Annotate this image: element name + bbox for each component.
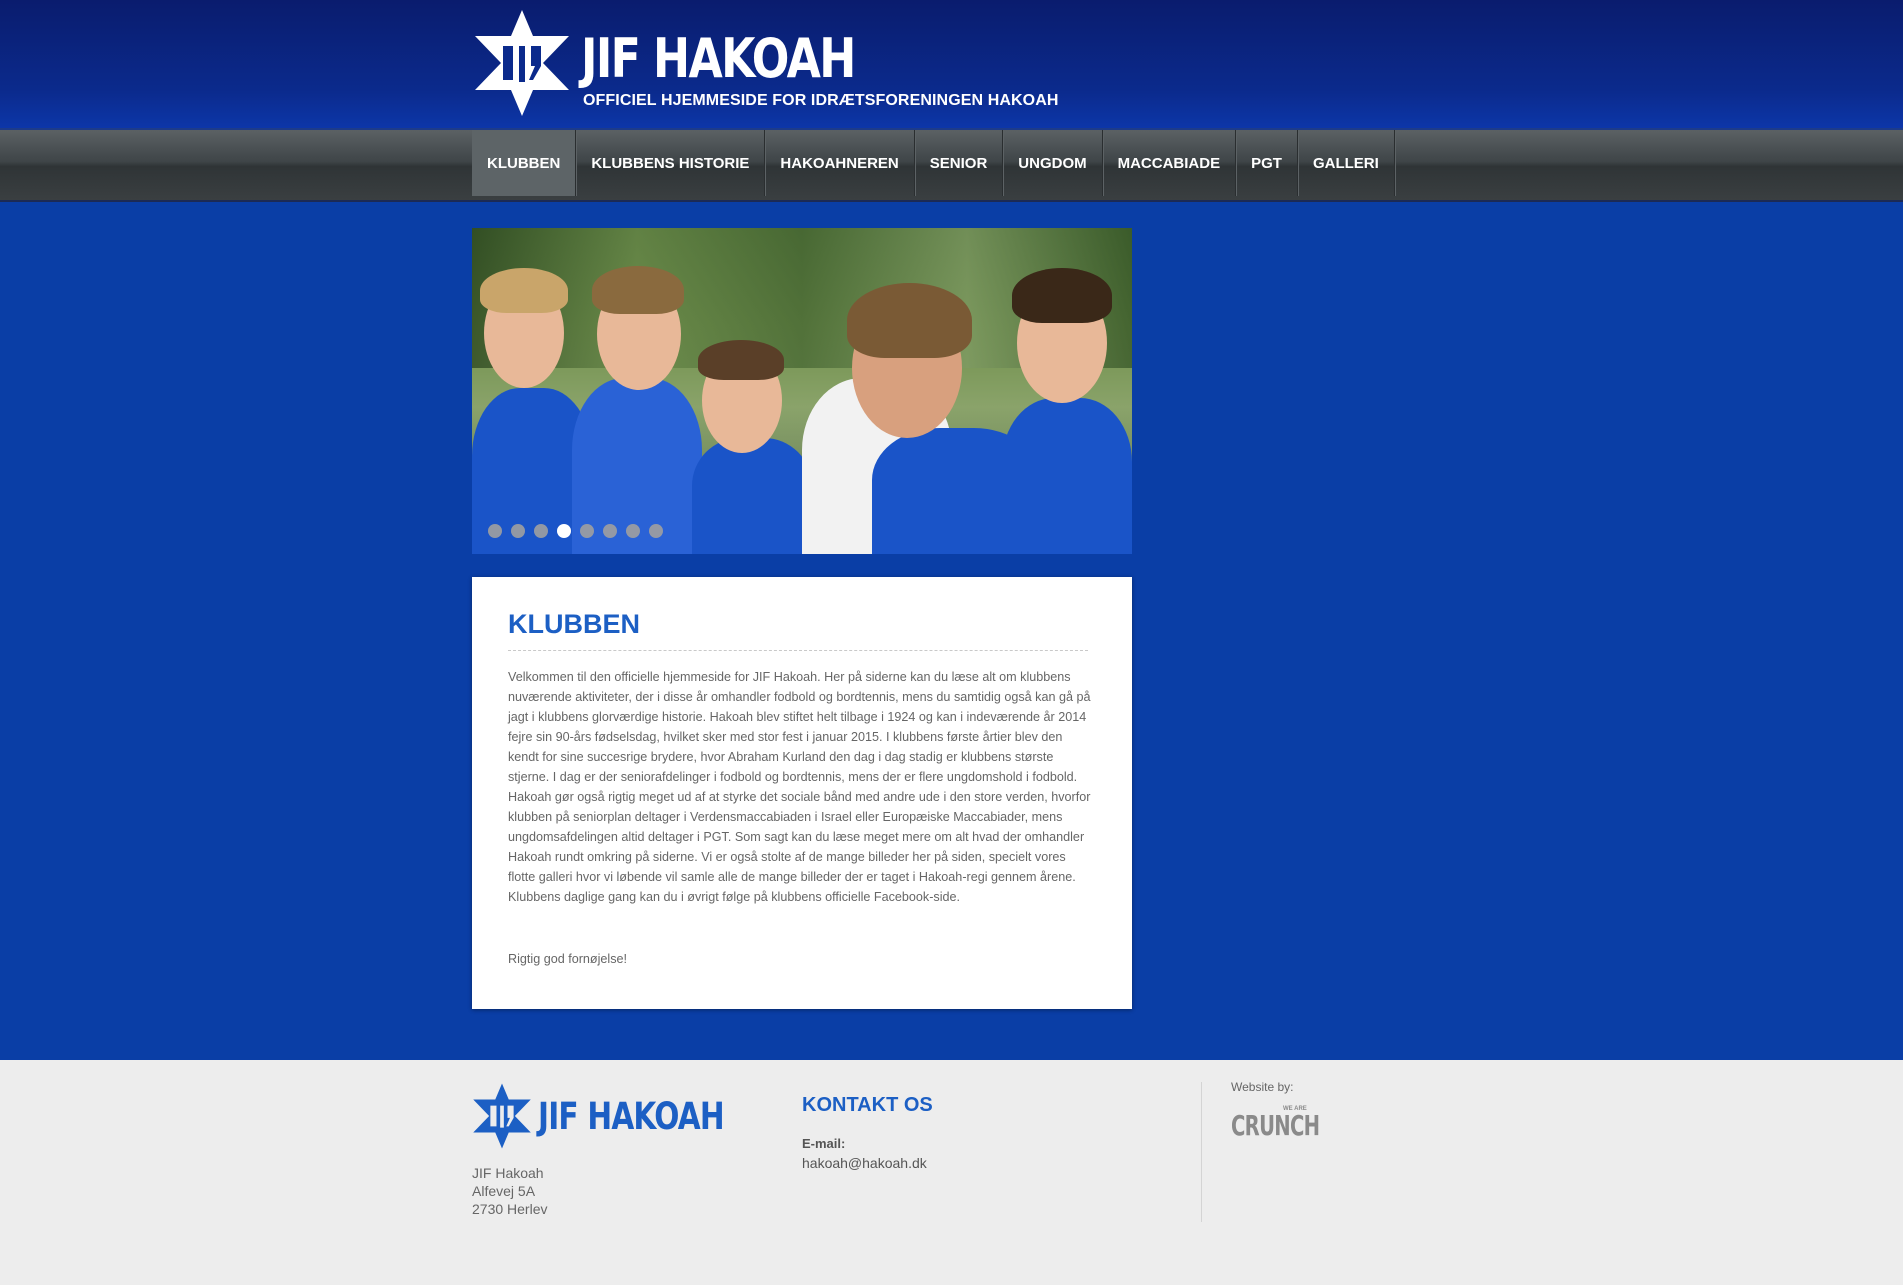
- address-line-street: Alfevej 5A: [472, 1183, 536, 1199]
- star-of-david-icon: [473, 1083, 531, 1149]
- footer-address: JIF Hakoah Alfevej 5A 2730 Herlev: [472, 1164, 548, 1218]
- email-link[interactable]: hakoah@hakoah.dk: [802, 1155, 927, 1171]
- slider-dot-8[interactable]: [649, 524, 663, 538]
- main-navigation: KLUBBEN KLUBBENS HISTORIE HAKOAHNEREN SE…: [472, 130, 1395, 196]
- footer-logo-text: JIF HAKOAH: [538, 1095, 725, 1138]
- nav-item-klubben[interactable]: KLUBBEN: [472, 130, 577, 196]
- crunch-logo[interactable]: WE ARE CRUNCH: [1231, 1104, 1320, 1144]
- address-line-name: JIF Hakoah: [472, 1165, 544, 1181]
- slider-dot-4[interactable]: [557, 524, 571, 538]
- nav-item-senior[interactable]: SENIOR: [915, 130, 1004, 196]
- footer-logo[interactable]: JIF HAKOAH: [472, 1082, 725, 1152]
- greeting-text: Rigtig god fornøjelse!: [508, 952, 628, 966]
- crunch-logo-text: CRUNCH: [1231, 1109, 1320, 1142]
- contact-heading: KONTAKT OS: [802, 1094, 933, 1116]
- main-navigation-bar: KLUBBEN KLUBBENS HISTORIE HAKOAHNEREN SE…: [0, 128, 1903, 202]
- page-title: KLUBBEN: [508, 609, 640, 639]
- slider-dot-7[interactable]: [626, 524, 640, 538]
- site-header: JIF HAKOAH OFFICIEL HJEMMESIDE FOR IDRÆT…: [0, 0, 1903, 128]
- nav-item-pgt[interactable]: PGT: [1236, 130, 1298, 196]
- content-box: KLUBBEN Velkommen til den officielle hje…: [472, 577, 1132, 1009]
- site-logo[interactable]: JIF HAKOAH OFFICIEL HJEMMESIDE FOR IDRÆT…: [473, 8, 1058, 118]
- slider-dot-5[interactable]: [580, 524, 594, 538]
- slider-dot-2[interactable]: [511, 524, 525, 538]
- slider-dot-3[interactable]: [534, 524, 548, 538]
- footer-divider: [1201, 1082, 1202, 1222]
- slider-dot-1[interactable]: [488, 524, 502, 538]
- address-line-city: 2730 Herlev: [472, 1201, 548, 1217]
- site-footer: JIF HAKOAH JIF Hakoah Alfevej 5A 2730 He…: [0, 1060, 1903, 1285]
- image-slider[interactable]: [472, 228, 1132, 554]
- slider-pagination: [488, 524, 663, 538]
- nav-item-galleri[interactable]: GALLERI: [1298, 130, 1395, 196]
- title-divider: [508, 650, 1088, 651]
- nav-item-hakoahneren[interactable]: HAKOAHNEREN: [765, 130, 915, 196]
- logo-text: JIF HAKOAH: [581, 27, 856, 90]
- nav-item-maccabiade[interactable]: MACCABIADE: [1103, 130, 1237, 196]
- credit-label: Website by:: [1231, 1080, 1294, 1094]
- nav-item-klubbens-historie[interactable]: KLUBBENS HISTORIE: [576, 130, 766, 196]
- slider-dot-6[interactable]: [603, 524, 617, 538]
- nav-item-ungdom[interactable]: UNGDOM: [1003, 130, 1103, 196]
- logo-tagline: OFFICIEL HJEMMESIDE FOR IDRÆTSFORENINGEN…: [583, 92, 1059, 109]
- intro-text: Velkommen til den officielle hjemmeside …: [508, 670, 1091, 904]
- star-of-david-icon: [475, 10, 569, 116]
- email-label: E-mail:: [802, 1136, 846, 1151]
